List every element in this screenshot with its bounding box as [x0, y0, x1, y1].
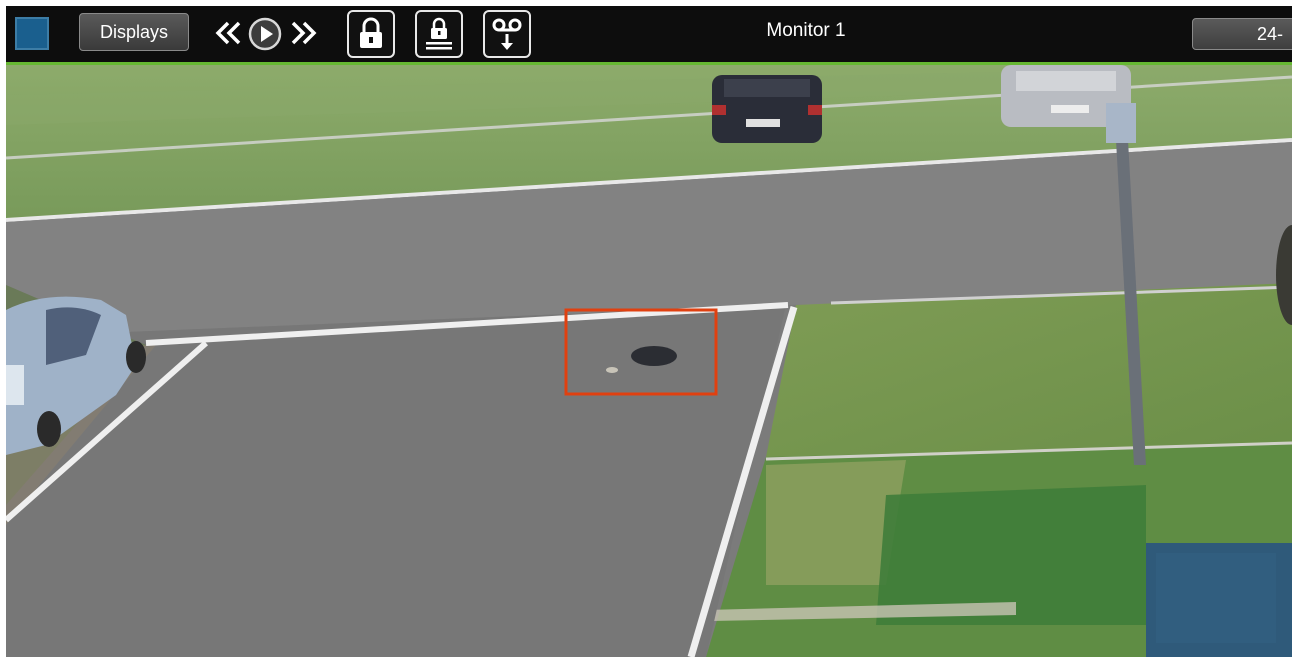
- lock-button[interactable]: [347, 10, 395, 58]
- view-select-indicator[interactable]: [15, 17, 49, 50]
- toolbar: Displays Monitor 1 24-: [6, 6, 1292, 62]
- timestamp-field[interactable]: 24-: [1192, 18, 1292, 50]
- play-icon[interactable]: [247, 16, 283, 52]
- video-feed[interactable]: [6, 65, 1292, 657]
- lock-all-button[interactable]: [415, 10, 463, 58]
- rewind-icon[interactable]: [212, 16, 246, 50]
- displays-button[interactable]: Displays: [79, 13, 189, 51]
- monitor-title: Monitor 1: [766, 20, 846, 41]
- camera-view-window: Displays Monitor 1 24-: [6, 6, 1292, 657]
- fast-forward-icon[interactable]: [286, 16, 320, 50]
- tape-export-button[interactable]: [483, 10, 531, 58]
